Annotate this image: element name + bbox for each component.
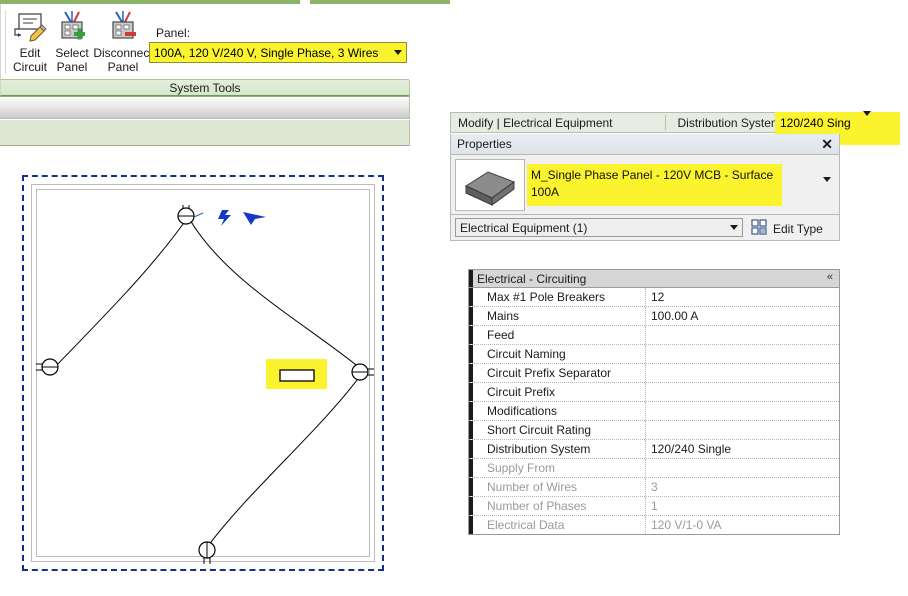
instance-selector-value: Electrical Equipment (1) bbox=[460, 220, 588, 235]
wire-top-to-left[interactable] bbox=[53, 219, 187, 369]
receptacle-bottom-symbol[interactable] bbox=[198, 541, 216, 564]
property-value[interactable] bbox=[645, 345, 839, 363]
properties-title-bar: Properties ✕ bbox=[450, 134, 840, 155]
wire-top-to-right[interactable] bbox=[189, 219, 361, 369]
ribbon-group-title: System Tools bbox=[0, 79, 409, 96]
chevron-up-icon[interactable]: « bbox=[827, 271, 833, 283]
property-row[interactable]: Electrical Data 120 V/1-0 VA bbox=[469, 516, 839, 534]
type-thumbnail bbox=[455, 159, 525, 211]
options-band bbox=[0, 120, 410, 146]
property-name: Circuit Prefix bbox=[487, 385, 556, 399]
disconnect-panel-button[interactable]: Disconnect Panel bbox=[93, 10, 153, 74]
electrical-panel-symbol[interactable] bbox=[279, 369, 315, 382]
distribution-system-label: Distribution System: bbox=[677, 115, 785, 130]
property-value[interactable] bbox=[645, 364, 839, 382]
properties-title: Properties bbox=[457, 137, 512, 151]
ribbon-divider bbox=[5, 10, 6, 74]
properties-pane: Modify | Electrical Equipment Distributi… bbox=[450, 110, 900, 537]
chevron-down-icon bbox=[863, 110, 871, 130]
property-name: Number of Phases bbox=[487, 499, 587, 513]
property-value[interactable]: 120/240 Single bbox=[645, 440, 839, 458]
panel-dropdown[interactable]: 100A, 120 V/240 V, Single Phase, 3 Wires bbox=[149, 42, 407, 63]
property-row[interactable]: Modifications bbox=[469, 402, 839, 421]
property-name: Max #1 Pole Breakers bbox=[487, 290, 606, 304]
property-row[interactable]: Mains 100.00 A bbox=[469, 307, 839, 326]
property-value[interactable] bbox=[645, 421, 839, 439]
receptacle-left-symbol[interactable] bbox=[36, 358, 59, 376]
disconnect-panel-icon bbox=[93, 10, 153, 46]
property-row[interactable]: Number of Phases 1 bbox=[469, 497, 839, 516]
edit-circuit-icon bbox=[7, 10, 53, 46]
cursor-arrow-icon bbox=[243, 212, 266, 225]
property-row[interactable]: Feed bbox=[469, 326, 839, 345]
instance-selector-row: Electrical Equipment (1) Edit Type bbox=[450, 215, 840, 241]
property-name: Short Circuit Rating bbox=[487, 423, 592, 437]
edit-circuit-label: Edit Circuit bbox=[12, 46, 47, 74]
property-value[interactable] bbox=[645, 402, 839, 420]
property-name: Electrical Data bbox=[487, 518, 565, 532]
property-value[interactable] bbox=[645, 383, 839, 401]
distribution-system-dropdown[interactable]: 120/240 Sing bbox=[780, 110, 871, 131]
type-selector-block: M_Single Phase Panel - 120V MCB - Surfac… bbox=[450, 155, 840, 215]
property-name: Supply From bbox=[487, 461, 556, 475]
wire-right-to-bottom[interactable] bbox=[207, 375, 361, 547]
property-row[interactable]: Number of Wires 3 bbox=[469, 478, 839, 497]
property-row[interactable]: Distribution System 120/240 Single bbox=[469, 440, 839, 459]
property-name: Number of Wires bbox=[487, 480, 578, 494]
property-value[interactable]: 1 bbox=[645, 497, 839, 515]
property-name: Distribution System bbox=[487, 442, 591, 456]
edit-type-label: Edit Type bbox=[773, 221, 823, 236]
chevron-down-icon bbox=[389, 43, 406, 62]
select-panel-button[interactable]: Select Panel bbox=[49, 10, 95, 74]
ribbon-body: Edit Circuit Select Panel Disconnect Pan… bbox=[0, 4, 410, 80]
property-row[interactable]: Circuit Prefix bbox=[469, 383, 839, 402]
edit-type-button[interactable]: Edit Type bbox=[751, 219, 823, 238]
receptacle-top-symbol[interactable] bbox=[177, 205, 204, 225]
property-name: Modifications bbox=[487, 404, 558, 418]
property-row[interactable]: Supply From bbox=[469, 459, 839, 478]
property-row[interactable]: Short Circuit Rating bbox=[469, 421, 839, 440]
property-value[interactable]: 100.00 A bbox=[645, 307, 839, 325]
instance-selector-dropdown[interactable]: Electrical Equipment (1) bbox=[455, 218, 743, 237]
edit-type-icon bbox=[751, 219, 768, 238]
distribution-system-value: 120/240 Sing bbox=[780, 115, 851, 130]
drawing-canvas[interactable] bbox=[0, 160, 410, 596]
property-row[interactable]: Circuit Naming bbox=[469, 345, 839, 364]
options-bar-divider bbox=[664, 115, 666, 130]
property-value[interactable]: 120 V/1-0 VA bbox=[645, 516, 839, 534]
ribbon-panel: Edit Circuit Select Panel Disconnect Pan… bbox=[0, 0, 450, 97]
disconnect-panel-label: Disconnect Panel bbox=[93, 46, 153, 74]
edit-circuit-button[interactable]: Edit Circuit bbox=[7, 10, 53, 74]
close-icon[interactable]: ✕ bbox=[821, 136, 833, 152]
property-row[interactable]: Max #1 Pole Breakers 12 bbox=[469, 288, 839, 307]
receptacle-right-symbol[interactable] bbox=[351, 363, 374, 381]
property-name: Circuit Prefix Separator bbox=[487, 366, 612, 380]
view-control-bar bbox=[0, 97, 410, 119]
property-name: Circuit Naming bbox=[487, 347, 566, 361]
properties-table: Electrical - Circuiting « Max #1 Pole Br… bbox=[468, 269, 840, 535]
properties-group-header[interactable]: Electrical - Circuiting « bbox=[469, 270, 839, 288]
group-header-label: Electrical - Circuiting bbox=[477, 271, 587, 286]
property-value[interactable]: 12 bbox=[645, 288, 839, 306]
property-name: Feed bbox=[487, 328, 515, 342]
property-value[interactable]: 3 bbox=[645, 478, 839, 496]
chevron-down-icon bbox=[726, 225, 742, 230]
context-label: Modify | Electrical Equipment bbox=[458, 115, 613, 130]
select-panel-label: Select Panel bbox=[55, 46, 89, 74]
chevron-down-icon[interactable] bbox=[823, 177, 831, 196]
type-name-value[interactable]: M_Single Phase Panel - 120V MCB - Surfac… bbox=[531, 167, 779, 201]
property-name: Mains bbox=[487, 309, 520, 323]
property-row[interactable]: Circuit Prefix Separator bbox=[469, 364, 839, 383]
property-value[interactable] bbox=[645, 459, 839, 477]
panel-dropdown-value: 100A, 120 V/240 V, Single Phase, 3 Wires bbox=[154, 45, 379, 60]
panel-field-label: Panel: bbox=[156, 26, 191, 40]
plan-graphics bbox=[36, 205, 374, 564]
select-panel-icon bbox=[49, 10, 95, 46]
lightning-bolt-icon bbox=[218, 210, 231, 226]
property-value[interactable] bbox=[645, 326, 839, 344]
